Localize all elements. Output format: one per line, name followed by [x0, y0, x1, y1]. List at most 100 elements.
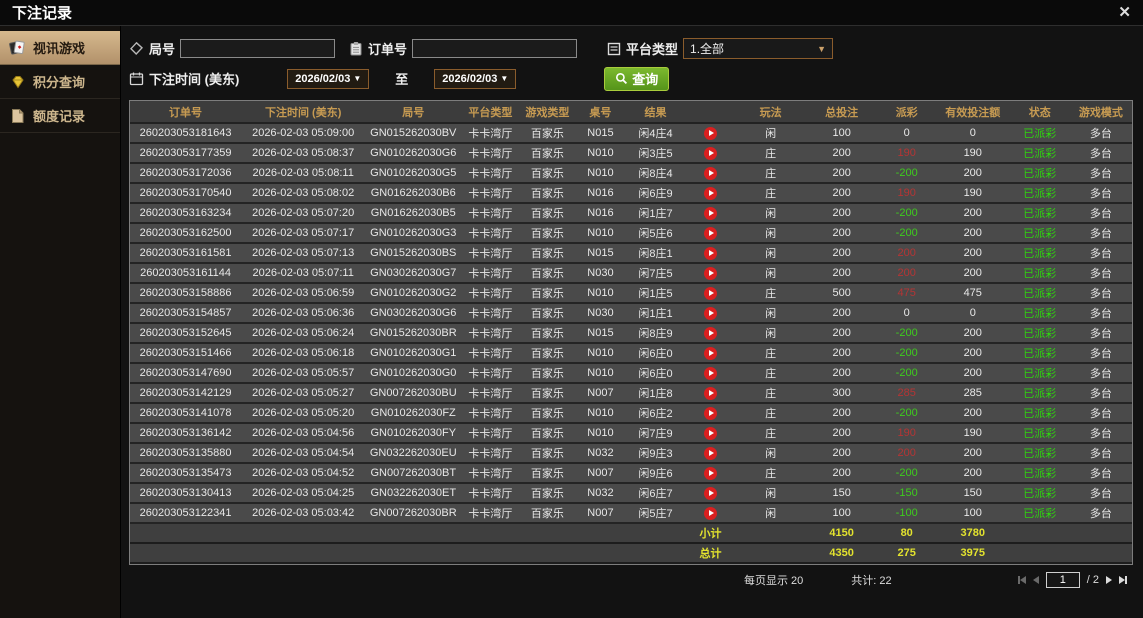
cell-game-type: 百家乐	[519, 363, 576, 384]
table-row: 260203053162500 2026-02-03 05:07:17 GN0102…	[130, 223, 1132, 244]
cell-game-type: 百家乐	[519, 283, 576, 304]
replay-button[interactable]	[704, 386, 718, 400]
cell-order-id: 260203053158886	[130, 283, 242, 304]
cell-total-bet: 200	[805, 443, 878, 464]
cell-valid-bet: 200	[935, 163, 1010, 184]
sidebar-item-video-games[interactable]: 视讯游戏	[0, 31, 120, 65]
date-to-picker[interactable]: 2026/02/03 ▼	[434, 68, 517, 89]
round-id-input[interactable]	[180, 39, 336, 58]
cell-play-type: 庄	[735, 403, 806, 424]
cell-valid-bet: 190	[935, 183, 1010, 204]
table-row: 260203053172036 2026-02-03 05:08:11 GN0102…	[130, 163, 1132, 184]
cell-result: 闲6庄0	[625, 363, 686, 384]
date-from-picker[interactable]: 2026/02/03 ▼	[287, 68, 370, 89]
cell-valid-bet: 200	[935, 223, 1010, 244]
replay-button[interactable]	[704, 286, 718, 300]
cell-order-id: 260203053172036	[130, 163, 242, 184]
table-row: 260203053152645 2026-02-03 05:06:24 GN0152…	[130, 323, 1132, 344]
cell-replay	[685, 343, 736, 364]
replay-button[interactable]	[704, 346, 718, 360]
cell-replay	[685, 483, 736, 504]
cell-play-type: 闲	[735, 503, 806, 524]
close-icon[interactable]: ✕	[1118, 5, 1131, 20]
grand-total-row-cell: 4350	[805, 543, 878, 564]
cell-status: 已派彩	[1009, 223, 1070, 244]
replay-button[interactable]	[704, 426, 718, 440]
play-icon	[708, 410, 714, 416]
replay-button[interactable]	[704, 126, 718, 140]
platform-type-select[interactable]: 1.全部 ▼	[683, 38, 834, 59]
cell-play-type: 庄	[735, 183, 806, 204]
cell-payout: -200	[877, 323, 936, 344]
page-total-label: / 2	[1086, 574, 1099, 586]
table-row: 260203053135880 2026-02-03 05:04:54 GN0322…	[130, 443, 1132, 464]
cell-payout: 200	[877, 263, 936, 284]
replay-button[interactable]	[704, 206, 718, 220]
cell-game-type: 百家乐	[519, 123, 576, 144]
sidebar: 视讯游戏 积分查询 额度记录	[0, 26, 121, 618]
first-page-icon[interactable]	[1017, 576, 1026, 584]
sidebar-item-label: 积分查询	[33, 75, 86, 90]
next-page-icon[interactable]	[1106, 576, 1112, 584]
cell-total-bet: 200	[805, 323, 878, 344]
cell-game-mode: 多台	[1069, 123, 1132, 144]
subtotal-row-cell: 4150	[805, 523, 878, 544]
replay-button[interactable]	[704, 406, 718, 420]
replay-button[interactable]	[704, 366, 718, 380]
replay-button[interactable]	[704, 446, 718, 460]
order-id-input[interactable]	[412, 39, 578, 58]
cell-game-type: 百家乐	[519, 403, 576, 424]
cell-payout: -200	[877, 463, 936, 484]
replay-button[interactable]	[704, 226, 718, 240]
cell-platform: 卡卡湾厅	[461, 163, 520, 184]
replay-button[interactable]	[704, 166, 718, 180]
cell-result: 闲4庄4	[625, 123, 686, 144]
last-page-icon[interactable]	[1119, 576, 1127, 584]
search-button[interactable]: 查询	[604, 66, 670, 91]
cell-status: 已派彩	[1009, 343, 1070, 364]
chevron-down-icon: ▼	[500, 74, 509, 83]
replay-button[interactable]	[704, 466, 718, 480]
play-icon	[708, 250, 714, 256]
cell-bet-time: 2026-02-03 05:09:00	[241, 123, 366, 144]
cell-total-bet: 100	[805, 123, 878, 144]
cell-game-mode: 多台	[1069, 163, 1132, 184]
replay-button[interactable]	[704, 146, 718, 160]
cell-total-bet: 200	[805, 223, 878, 244]
sidebar-item-points-query[interactable]: 积分查询	[0, 65, 120, 99]
cell-total-bet: 200	[805, 363, 878, 384]
cell-bet-time: 2026-02-03 05:07:11	[241, 263, 366, 284]
prev-page-icon[interactable]	[1032, 576, 1039, 584]
replay-button[interactable]	[704, 266, 718, 280]
column-header: 游戏模式	[1069, 101, 1132, 124]
chevron-down-icon: ▼	[353, 74, 362, 83]
cell-valid-bet: 200	[935, 243, 1010, 264]
replay-button[interactable]	[704, 326, 718, 340]
table-row: 260203053147690 2026-02-03 05:05:57 GN0102…	[130, 363, 1132, 384]
page-number-input[interactable]: 1	[1045, 572, 1080, 588]
cell-total-bet: 200	[805, 163, 878, 184]
date-to-value: 2026/02/03	[442, 72, 498, 85]
subtotal-row-cell	[735, 523, 806, 544]
column-header: 桌号	[575, 101, 626, 124]
cell-play-type: 庄	[735, 343, 806, 364]
filter-row-2: 下注时间 (美东) 2026/02/03 ▼ 至 2026/02/03 ▼ 查询	[129, 65, 1139, 92]
grand-total-row-cell	[1069, 543, 1132, 564]
cell-game-mode: 多台	[1069, 303, 1132, 324]
cell-status: 已派彩	[1009, 203, 1070, 224]
replay-button[interactable]	[704, 186, 718, 200]
cell-result: 闲8庄9	[625, 323, 686, 344]
replay-button[interactable]	[704, 506, 718, 520]
cell-platform: 卡卡湾厅	[461, 383, 520, 404]
cell-play-type: 庄	[735, 463, 806, 484]
replay-button[interactable]	[704, 246, 718, 260]
cell-play-type: 庄	[735, 163, 806, 184]
sidebar-item-quota-records[interactable]: 额度记录	[0, 99, 120, 133]
cell-result: 闲9庄6	[625, 463, 686, 484]
replay-button[interactable]	[704, 486, 718, 500]
replay-button[interactable]	[704, 306, 718, 320]
cell-table-no: N010	[575, 423, 626, 444]
cell-order-id: 260203053151466	[130, 343, 242, 364]
cell-game-mode: 多台	[1069, 423, 1132, 444]
cell-total-bet: 150	[805, 483, 878, 504]
